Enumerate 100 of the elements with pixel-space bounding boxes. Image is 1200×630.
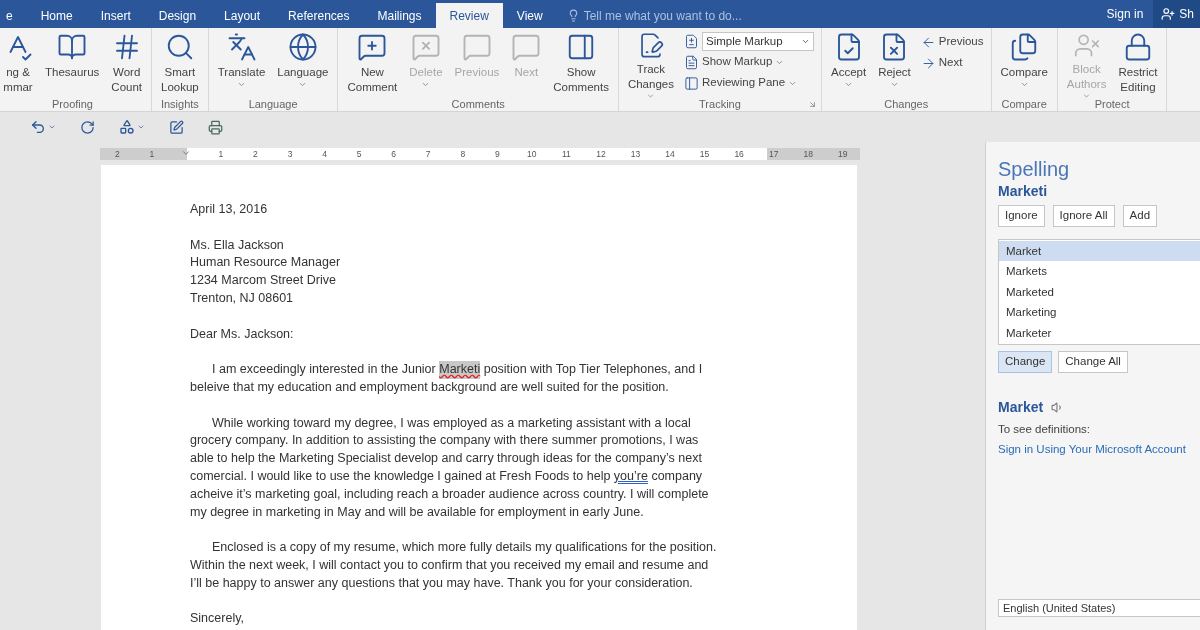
- person-plus-icon: [1161, 7, 1176, 21]
- shapes-icon[interactable]: [119, 119, 135, 135]
- ribbon-button[interactable]: Thesaurus: [40, 30, 105, 100]
- ribbon-button[interactable]: Smart Lookup: [156, 30, 204, 100]
- letter-line: Trenton, NJ 08601: [190, 290, 295, 307]
- ribbon-tab[interactable]: Mailings: [363, 3, 436, 28]
- ribbon-button[interactable]: Show Comments: [548, 30, 614, 100]
- pane-button[interactable]: Ignore: [998, 205, 1045, 227]
- group-label: Tracking: [699, 98, 741, 110]
- pane-button[interactable]: Add: [1122, 205, 1158, 227]
- undo-icon[interactable]: [30, 119, 46, 135]
- ruler-number: 18: [802, 148, 814, 160]
- ruler-number: 16: [733, 148, 745, 160]
- dialog-launcher-icon[interactable]: [807, 100, 817, 109]
- ribbon-button[interactable]: Track Changes: [622, 30, 679, 100]
- tell-me-field[interactable]: Tell me what you want to do...: [566, 3, 784, 28]
- letter-line: Within the next week, I will contact you to confirm that you received my email and resume and: [190, 556, 710, 574]
- caret-icon: [646, 91, 656, 100]
- ruler-number: 17: [767, 148, 780, 160]
- sign-in-link[interactable]: Sign in: [1096, 0, 1154, 28]
- share-button[interactable]: Sh: [1153, 0, 1200, 28]
- ribbon-tab[interactable]: References: [274, 3, 364, 28]
- ruler-number: 4: [321, 148, 328, 160]
- document-markup-icon: [683, 34, 699, 49]
- pane-icon: [683, 75, 699, 91]
- grammar-flagged-word: you’re: [613, 467, 648, 485]
- ribbon-small-button[interactable]: Reviewing Pane: [683, 73, 814, 93]
- suggestion-item[interactable]: Markets: [999, 261, 1200, 282]
- ribbon-button[interactable]: ng & mmar: [0, 30, 38, 100]
- language-field[interactable]: English (United States): [998, 599, 1200, 617]
- ribbon-tab[interactable]: Home: [26, 3, 87, 28]
- arrow-right-icon: [920, 55, 936, 71]
- ruler-number: 10: [526, 148, 538, 160]
- pane-title: Spelling: [998, 157, 1071, 182]
- suggestion-item[interactable]: Marketed: [999, 281, 1200, 303]
- caret-icon: [421, 80, 431, 89]
- group-label: Insights: [160, 98, 199, 110]
- letter-line: my degree in marketing in May and will be available for employment in early June.: [190, 503, 645, 521]
- group-label: Comments: [451, 98, 505, 110]
- ribbon-small-button[interactable]: Show Markup: [683, 52, 814, 72]
- caret-icon: [48, 123, 56, 131]
- ribbon-tab[interactable]: e: [0, 3, 27, 28]
- redo-icon[interactable]: [80, 119, 95, 135]
- ruler-number: 13: [629, 148, 642, 160]
- ribbon-tab[interactable]: Layout: [210, 3, 275, 28]
- group-label: Protect: [1094, 98, 1130, 110]
- letter-line: Ms. Ella Jackson: [190, 236, 285, 254]
- letter-text: position with Top Tier Telephones, and I: [482, 361, 703, 379]
- edit-icon[interactable]: [169, 119, 184, 135]
- suggestion-item[interactable]: Marketer: [999, 322, 1200, 343]
- ribbon-tab[interactable]: Insert: [86, 3, 145, 28]
- ribbon-button[interactable]: Reject: [873, 30, 916, 100]
- ribbon-tab[interactable]: Review: [435, 3, 503, 28]
- document-icon: [683, 54, 699, 70]
- pane-button[interactable]: Change: [998, 350, 1053, 373]
- ribbon-button[interactable]: Language: [272, 30, 334, 100]
- ruler-number: 15: [698, 148, 711, 160]
- ribbon-small-button[interactable]: Previous: [920, 32, 984, 52]
- caret-icon: [298, 80, 308, 89]
- ribbon-button[interactable]: Translate: [212, 30, 271, 100]
- ruler-number: 9: [493, 148, 501, 160]
- letter-line: able to help the Marketing Specialist develop and carry through ideas for the company’s next: [190, 450, 703, 468]
- ribbon-button[interactable]: Compare: [995, 30, 1053, 100]
- indent-marker-icon[interactable]: [181, 148, 192, 158]
- caret-icon: [1019, 80, 1029, 89]
- translate-icon: [226, 32, 257, 62]
- letter-line: Sincerely,: [190, 610, 245, 628]
- caret-icon: [137, 123, 145, 131]
- letter-line: While working toward my degree, I was employed as a marketing assistant with a local: [212, 414, 692, 432]
- printer-icon[interactable]: [208, 119, 223, 135]
- ruler-number: 14: [664, 148, 676, 160]
- ribbon-button[interactable]: Word Count: [106, 30, 148, 100]
- pane-button[interactable]: Change All: [1058, 350, 1128, 373]
- ruler-number: 11: [560, 148, 572, 160]
- letter-text: comercial. I would like to use the knowledge I gained at Fresh Foods to help: [190, 467, 612, 485]
- pane-button[interactable]: Ignore All: [1052, 205, 1115, 227]
- ruler-number: 19: [837, 148, 849, 160]
- letter-line: acheive it’s marketing goal, including reach a broader audience across country. I will complete: [190, 485, 710, 503]
- ribbon-button[interactable]: Accept: [825, 30, 872, 100]
- ribbon-button[interactable]: New Comment: [342, 30, 403, 100]
- letter-line: Human Resource Manager: [190, 254, 342, 272]
- ruler-number: 8: [459, 148, 467, 160]
- misspelled-word: Marketi: [439, 361, 481, 379]
- markup-dropdown[interactable]: Simple Markup: [701, 32, 814, 51]
- ruler-number: 12: [595, 148, 607, 160]
- open-book-icon: [57, 32, 88, 62]
- ribbon-small-button[interactable]: Next: [920, 53, 984, 73]
- ribbon-button[interactable]: Restrict Editing: [1113, 30, 1163, 100]
- globe-icon: [287, 32, 318, 62]
- letter-line: grocery company. In addition to assisting the company with there summer promotions, I was: [190, 432, 700, 450]
- caret-icon: [237, 80, 246, 89]
- ribbon-tab[interactable]: View: [502, 3, 557, 28]
- ribbon-tab[interactable]: Design: [144, 3, 211, 28]
- definition-word: Market: [998, 397, 1044, 417]
- suggestion-item[interactable]: Marketing: [999, 302, 1200, 323]
- comment-delete-icon: [410, 32, 441, 62]
- ruler-number: 7: [424, 148, 432, 160]
- suggestion-item[interactable]: Market: [999, 241, 1200, 262]
- sign-in-link[interactable]: Sign in Using Your Microsoft Account: [998, 441, 1200, 459]
- letter-text: company: [650, 467, 703, 485]
